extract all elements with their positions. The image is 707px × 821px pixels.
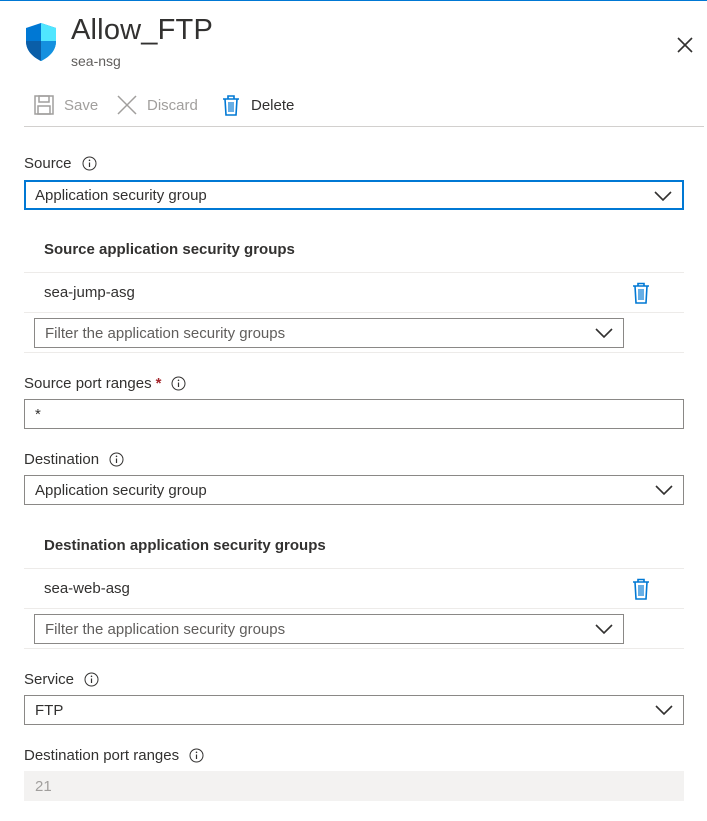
page-subtitle: sea-nsg — [71, 53, 121, 69]
source-dropdown[interactable]: Application security group — [24, 180, 684, 210]
delete-button[interactable]: Delete — [220, 90, 294, 120]
command-bar: Save Discard Delete — [24, 90, 704, 120]
source-port-ranges-label-text: Source port ranges — [24, 375, 152, 392]
required-marker: * — [155, 375, 162, 392]
source-port-ranges-label: Source port ranges * — [24, 375, 186, 392]
destination-port-ranges-label: Destination port ranges — [24, 747, 204, 764]
divider — [24, 312, 684, 313]
info-icon[interactable] — [109, 452, 124, 467]
service-dropdown[interactable]: FTP — [24, 695, 684, 725]
trash-icon[interactable] — [631, 578, 651, 600]
source-label: Source — [24, 155, 97, 172]
save-button[interactable]: Save — [33, 90, 98, 120]
info-icon[interactable] — [82, 156, 97, 171]
info-icon[interactable] — [189, 748, 204, 763]
discard-label: Discard — [147, 96, 198, 114]
chevron-down-icon — [655, 485, 673, 496]
source-asg-section-title: Source application security groups — [44, 241, 295, 258]
divider — [24, 352, 684, 353]
chevron-down-icon — [595, 328, 613, 339]
divider — [24, 568, 684, 569]
source-label-text: Source — [24, 155, 72, 172]
source-port-ranges-input[interactable]: * — [24, 399, 684, 429]
destination-port-ranges-value: 21 — [35, 777, 52, 795]
top-accent-line — [0, 0, 707, 1]
info-icon[interactable] — [84, 672, 99, 687]
chevron-down-icon — [595, 624, 613, 635]
destination-label-text: Destination — [24, 451, 100, 468]
delete-label: Delete — [251, 96, 295, 114]
divider — [24, 608, 684, 609]
destination-asg-item: sea-web-asg — [44, 580, 130, 597]
destination-dropdown[interactable]: Application security group — [24, 475, 684, 505]
service-label: Service — [24, 671, 99, 688]
source-dropdown-value: Application security group — [35, 186, 207, 204]
service-dropdown-value: FTP — [35, 701, 64, 719]
destination-port-ranges-input: 21 — [24, 771, 684, 801]
discard-button[interactable]: Discard — [116, 90, 198, 120]
save-label: Save — [64, 96, 99, 114]
panel-header: Allow_FTP sea-nsg — [24, 14, 693, 74]
divider — [24, 272, 684, 273]
discard-icon — [117, 95, 137, 115]
service-label-text: Service — [24, 671, 75, 688]
destination-asg-filter-dropdown[interactable]: Filter the application security groups — [34, 614, 624, 644]
destination-asg-filter-placeholder: Filter the application security groups — [45, 620, 286, 638]
divider — [24, 648, 684, 649]
source-asg-item: sea-jump-asg — [44, 284, 135, 301]
destination-asg-section-title: Destination application security groups — [44, 537, 326, 554]
shield-icon — [26, 23, 56, 61]
source-port-ranges-value: * — [35, 405, 41, 423]
close-icon[interactable] — [674, 34, 696, 56]
toolbar-divider — [24, 126, 704, 127]
source-asg-filter-placeholder: Filter the application security groups — [45, 324, 286, 342]
destination-dropdown-value: Application security group — [35, 481, 207, 499]
chevron-down-icon — [655, 705, 673, 716]
trash-icon[interactable] — [631, 282, 651, 304]
destination-port-ranges-label-text: Destination port ranges — [24, 747, 180, 764]
info-icon[interactable] — [171, 376, 186, 391]
save-icon — [34, 95, 54, 115]
trash-icon — [223, 95, 239, 116]
chevron-down-icon — [654, 191, 672, 202]
source-asg-filter-dropdown[interactable]: Filter the application security groups — [34, 318, 624, 348]
page-title: Allow_FTP — [71, 14, 213, 46]
destination-label: Destination — [24, 451, 124, 468]
